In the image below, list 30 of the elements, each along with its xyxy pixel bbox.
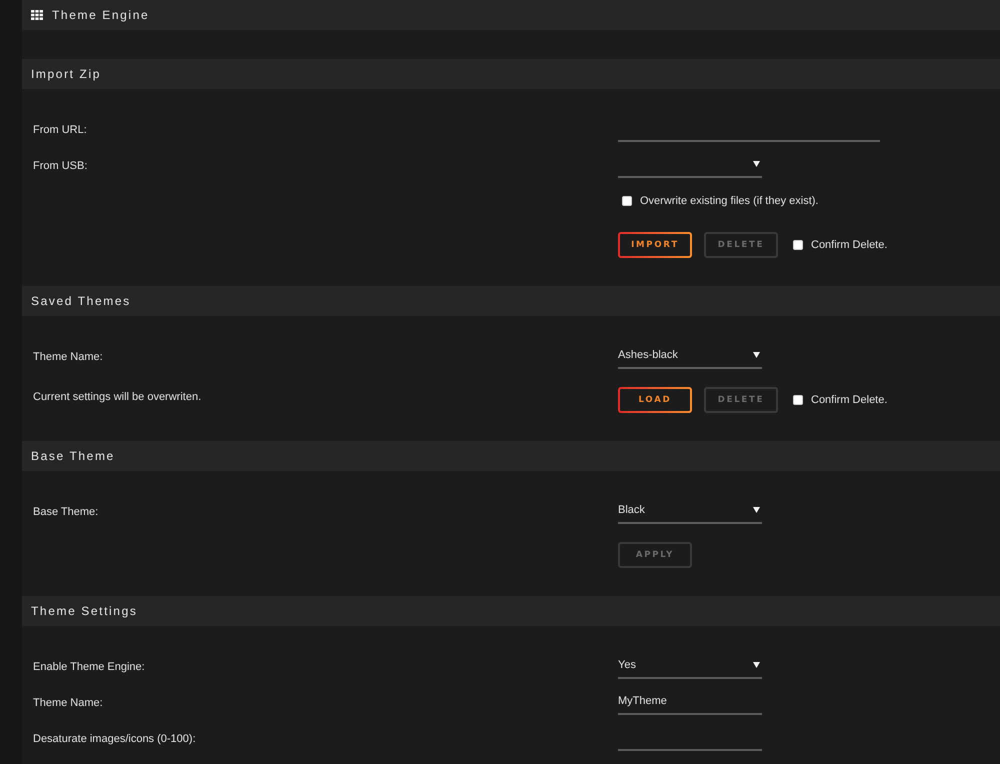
section-title: Base Theme [31,449,115,463]
field-label: Current settings will be overwriten. [33,390,202,404]
text-field[interactable]: MyTheme [618,689,762,715]
dropdown[interactable]: Ashes-black [618,343,762,369]
field-label: Base Theme: [33,506,98,518]
caret-icon [753,161,760,167]
checkbox-label: Overwrite existing files (if they exist). [640,195,818,207]
dropdown[interactable]: Black [618,498,762,524]
grid-icon [31,10,43,20]
field-label: Desaturate images/icons (0-100): [33,733,196,745]
section-title: Saved Themes [31,294,131,308]
caret-icon [753,662,760,668]
field-label: Theme Name: [33,351,103,363]
checkbox-label: Confirm Delete. [811,394,888,406]
checkbox-label: Confirm Delete. [811,239,888,251]
action-button[interactable]: IMPORT [618,232,692,258]
field-label: Theme Name: [33,697,103,709]
field-label: From USB: [33,160,88,172]
field-label: Enable Theme Engine: [33,661,145,673]
checkbox[interactable] [622,196,632,206]
section-title: Import Zip [31,67,102,81]
checkbox[interactable] [793,395,803,405]
checkbox[interactable] [793,240,803,250]
section-title: Theme Settings [31,604,138,618]
page-title: Theme Engine [52,8,150,22]
caret-icon [753,507,760,513]
dropdown[interactable]: Yes [618,653,762,679]
field-label: From URL: [33,124,87,136]
caret-icon [753,352,760,358]
action-button[interactable]: LOAD [618,387,692,413]
